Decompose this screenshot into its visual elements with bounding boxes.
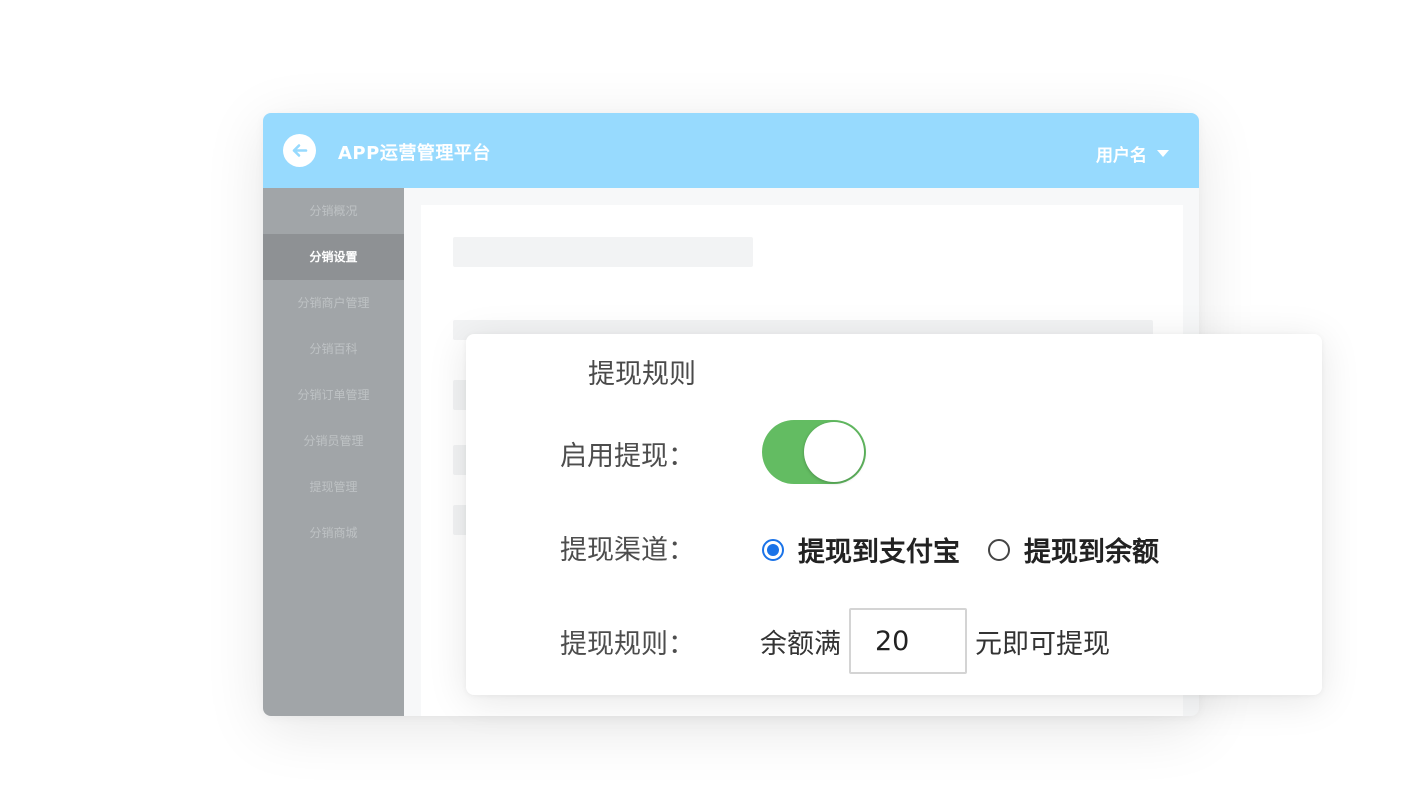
stage: APP运营管理平台 用户名 分销概况 分销设置 分销商户管理 分销百科 分销订单… [0, 0, 1420, 800]
sidebar-item-mall[interactable]: 分销商城 [263, 510, 404, 556]
radio-label-balance: 提现到余额 [1024, 537, 1159, 568]
min-amount-input[interactable] [849, 608, 967, 674]
withdraw-settings-card: 提现规则 启用提现： 提现渠道： 提现到支付宝 提现到余额 提现规则： 余额满 … [466, 334, 1322, 695]
sidebar-item-orders[interactable]: 分销订单管理 [263, 372, 404, 418]
sidebar-item-withdrawals[interactable]: 提现管理 [263, 464, 404, 510]
user-name: 用户名 [1096, 146, 1147, 166]
sidebar-item-settings[interactable]: 分销设置 [263, 234, 404, 280]
back-button[interactable] [283, 134, 316, 167]
placeholder-bar [453, 237, 753, 267]
sidebar-item-wiki[interactable]: 分销百科 [263, 326, 404, 372]
radio-label-alipay: 提现到支付宝 [798, 537, 960, 568]
card-title: 提现规则 [588, 359, 696, 390]
app-title: APP运营管理平台 [338, 143, 491, 164]
sidebar-item-merchants[interactable]: 分销商户管理 [263, 280, 404, 326]
withdraw-rule-line: 余额满 元即可提现 [760, 608, 1110, 674]
radio-unchecked-icon[interactable] [988, 538, 1010, 561]
rule-suffix: 元即可提现 [975, 628, 1110, 660]
withdraw-rule-label: 提现规则： [560, 629, 695, 660]
sidebar: 分销概况 分销设置 分销商户管理 分销百科 分销订单管理 分销员管理 提现管理 … [263, 188, 404, 716]
withdraw-channel-radio-group: 提现到支付宝 提现到余额 [762, 530, 1187, 569]
withdraw-channel-label: 提现渠道： [560, 535, 695, 566]
enable-withdraw-label: 启用提现： [560, 441, 695, 472]
radio-checked-icon[interactable] [762, 538, 784, 561]
arrow-left-icon [292, 144, 308, 157]
sidebar-item-distributors[interactable]: 分销员管理 [263, 418, 404, 464]
caret-down-icon [1157, 149, 1169, 157]
rule-prefix: 余额满 [760, 628, 841, 660]
sidebar-item-overview[interactable]: 分销概况 [263, 188, 404, 234]
top-bar: APP运营管理平台 用户名 [263, 113, 1199, 188]
radio-option-alipay[interactable]: 提现到支付宝 [762, 530, 960, 569]
radio-option-balance[interactable]: 提现到余额 [988, 530, 1159, 569]
toggle-knob [804, 422, 864, 482]
user-menu[interactable]: 用户名 [1096, 141, 1169, 166]
enable-withdraw-toggle[interactable] [762, 420, 866, 484]
